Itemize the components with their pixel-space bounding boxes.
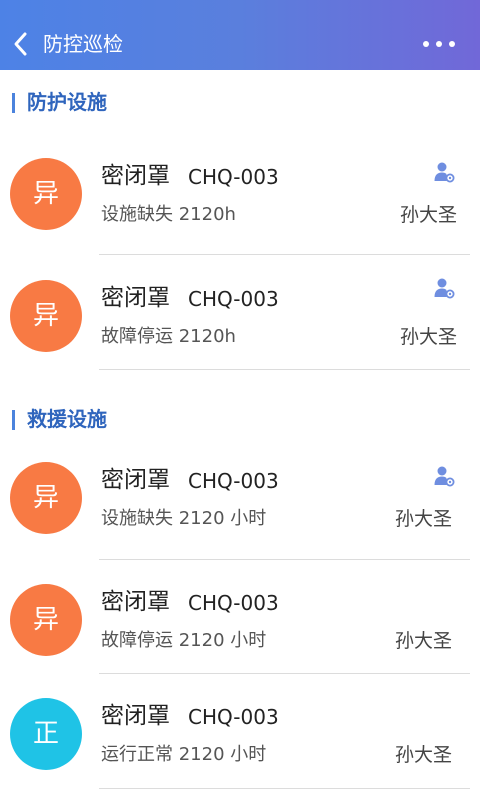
user-settings-icon[interactable]	[433, 277, 455, 299]
status-badge: 异	[10, 584, 82, 656]
item-status: 设施缺失 2120h	[101, 204, 236, 225]
item-person: 孙大圣	[399, 326, 457, 348]
list-item[interactable]: 正 密闭罩 CHQ-003 运行正常 2120 小时 孙大圣	[0, 698, 480, 811]
item-name: 密闭罩	[101, 703, 170, 729]
item-name: 密闭罩	[101, 163, 170, 189]
item-code: CHQ-003	[188, 705, 279, 729]
back-chevron-icon[interactable]	[10, 31, 32, 57]
item-code: CHQ-003	[188, 287, 279, 311]
item-code: CHQ-003	[188, 591, 279, 615]
list-item[interactable]: 异 密闭罩 CHQ-003 故障停运 2120h 孙大圣	[0, 278, 480, 393]
item-person: 孙大圣	[394, 630, 452, 652]
more-dots-icon[interactable]	[422, 38, 456, 50]
divider	[99, 369, 470, 370]
status-badge: 正	[10, 698, 82, 770]
item-status: 设施缺失 2120 小时	[101, 508, 267, 529]
divider	[99, 788, 470, 789]
item-person: 孙大圣	[394, 508, 452, 530]
section-accent-bar	[12, 410, 15, 430]
status-badge: 异	[10, 158, 82, 230]
list-item[interactable]: 异 密闭罩 CHQ-003 故障停运 2120 小时 孙大圣	[0, 584, 480, 697]
user-settings-icon[interactable]	[433, 465, 455, 487]
item-person: 孙大圣	[394, 744, 452, 766]
section-accent-bar	[12, 93, 15, 113]
item-name: 密闭罩	[101, 467, 170, 493]
divider	[99, 673, 470, 674]
item-person: 孙大圣	[399, 204, 457, 226]
status-badge: 异	[10, 280, 82, 352]
item-status: 故障停运 2120 小时	[101, 630, 267, 651]
status-badge: 异	[10, 462, 82, 534]
item-status: 运行正常 2120 小时	[101, 744, 267, 765]
section-title: 防护设施	[27, 90, 107, 114]
item-code: CHQ-003	[188, 165, 279, 189]
item-name: 密闭罩	[101, 285, 170, 311]
divider	[99, 559, 470, 560]
item-code: CHQ-003	[188, 469, 279, 493]
item-status: 故障停运 2120h	[101, 326, 236, 347]
top-navigation-bar: 防控巡检	[0, 0, 480, 70]
user-settings-icon[interactable]	[433, 161, 455, 183]
item-name: 密闭罩	[101, 589, 170, 615]
divider	[99, 254, 470, 255]
page-title: 防控巡检	[43, 32, 123, 56]
section-title: 救援设施	[27, 407, 107, 431]
